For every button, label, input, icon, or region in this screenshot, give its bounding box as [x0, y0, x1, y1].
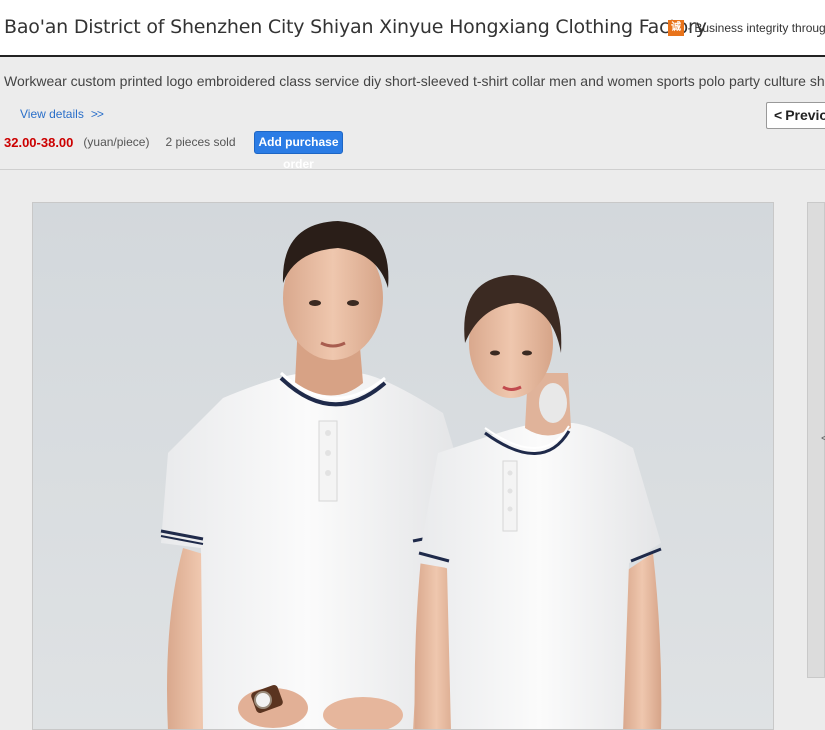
- integrity-text: · Business integrity through: [687, 21, 825, 35]
- next-image-panel[interactable]: <: [807, 202, 825, 678]
- integrity-badge-icon: 诚: [668, 20, 684, 36]
- chevron-left-icon: <: [774, 107, 783, 123]
- shop-header: Bao'an District of Shenzhen City Shiyan …: [0, 0, 825, 57]
- add-purchase-order-button[interactable]: Add purchase order: [254, 131, 343, 171]
- chevron-left-icon: <: [821, 431, 825, 445]
- previous-button[interactable]: <Previous: [766, 102, 825, 129]
- section-divider: [0, 169, 825, 170]
- view-details-link[interactable]: View details >>: [20, 107, 104, 121]
- sold-count: 2 pieces sold: [165, 135, 236, 149]
- add-purchase-label: Add purchase: [258, 135, 339, 149]
- product-photo[interactable]: [32, 202, 774, 730]
- shop-name[interactable]: Bao'an District of Shenzhen City Shiyan …: [4, 16, 707, 38]
- integrity-badge[interactable]: 诚 · Business integrity through: [668, 20, 825, 36]
- product-photo-illustration: [33, 203, 773, 729]
- product-title: Workwear custom printed logo embroidered…: [4, 73, 825, 89]
- add-purchase-label-line2: order: [283, 157, 314, 171]
- price-row: 32.00-38.00 (yuan/piece) 2 pieces sold: [4, 131, 236, 153]
- price-range: 32.00-38.00: [4, 134, 74, 150]
- double-chevron-right-icon: >>: [90, 107, 104, 121]
- view-details-label: View details: [20, 107, 84, 121]
- previous-label: Previous: [785, 107, 825, 123]
- price-unit: (yuan/piece): [83, 135, 150, 149]
